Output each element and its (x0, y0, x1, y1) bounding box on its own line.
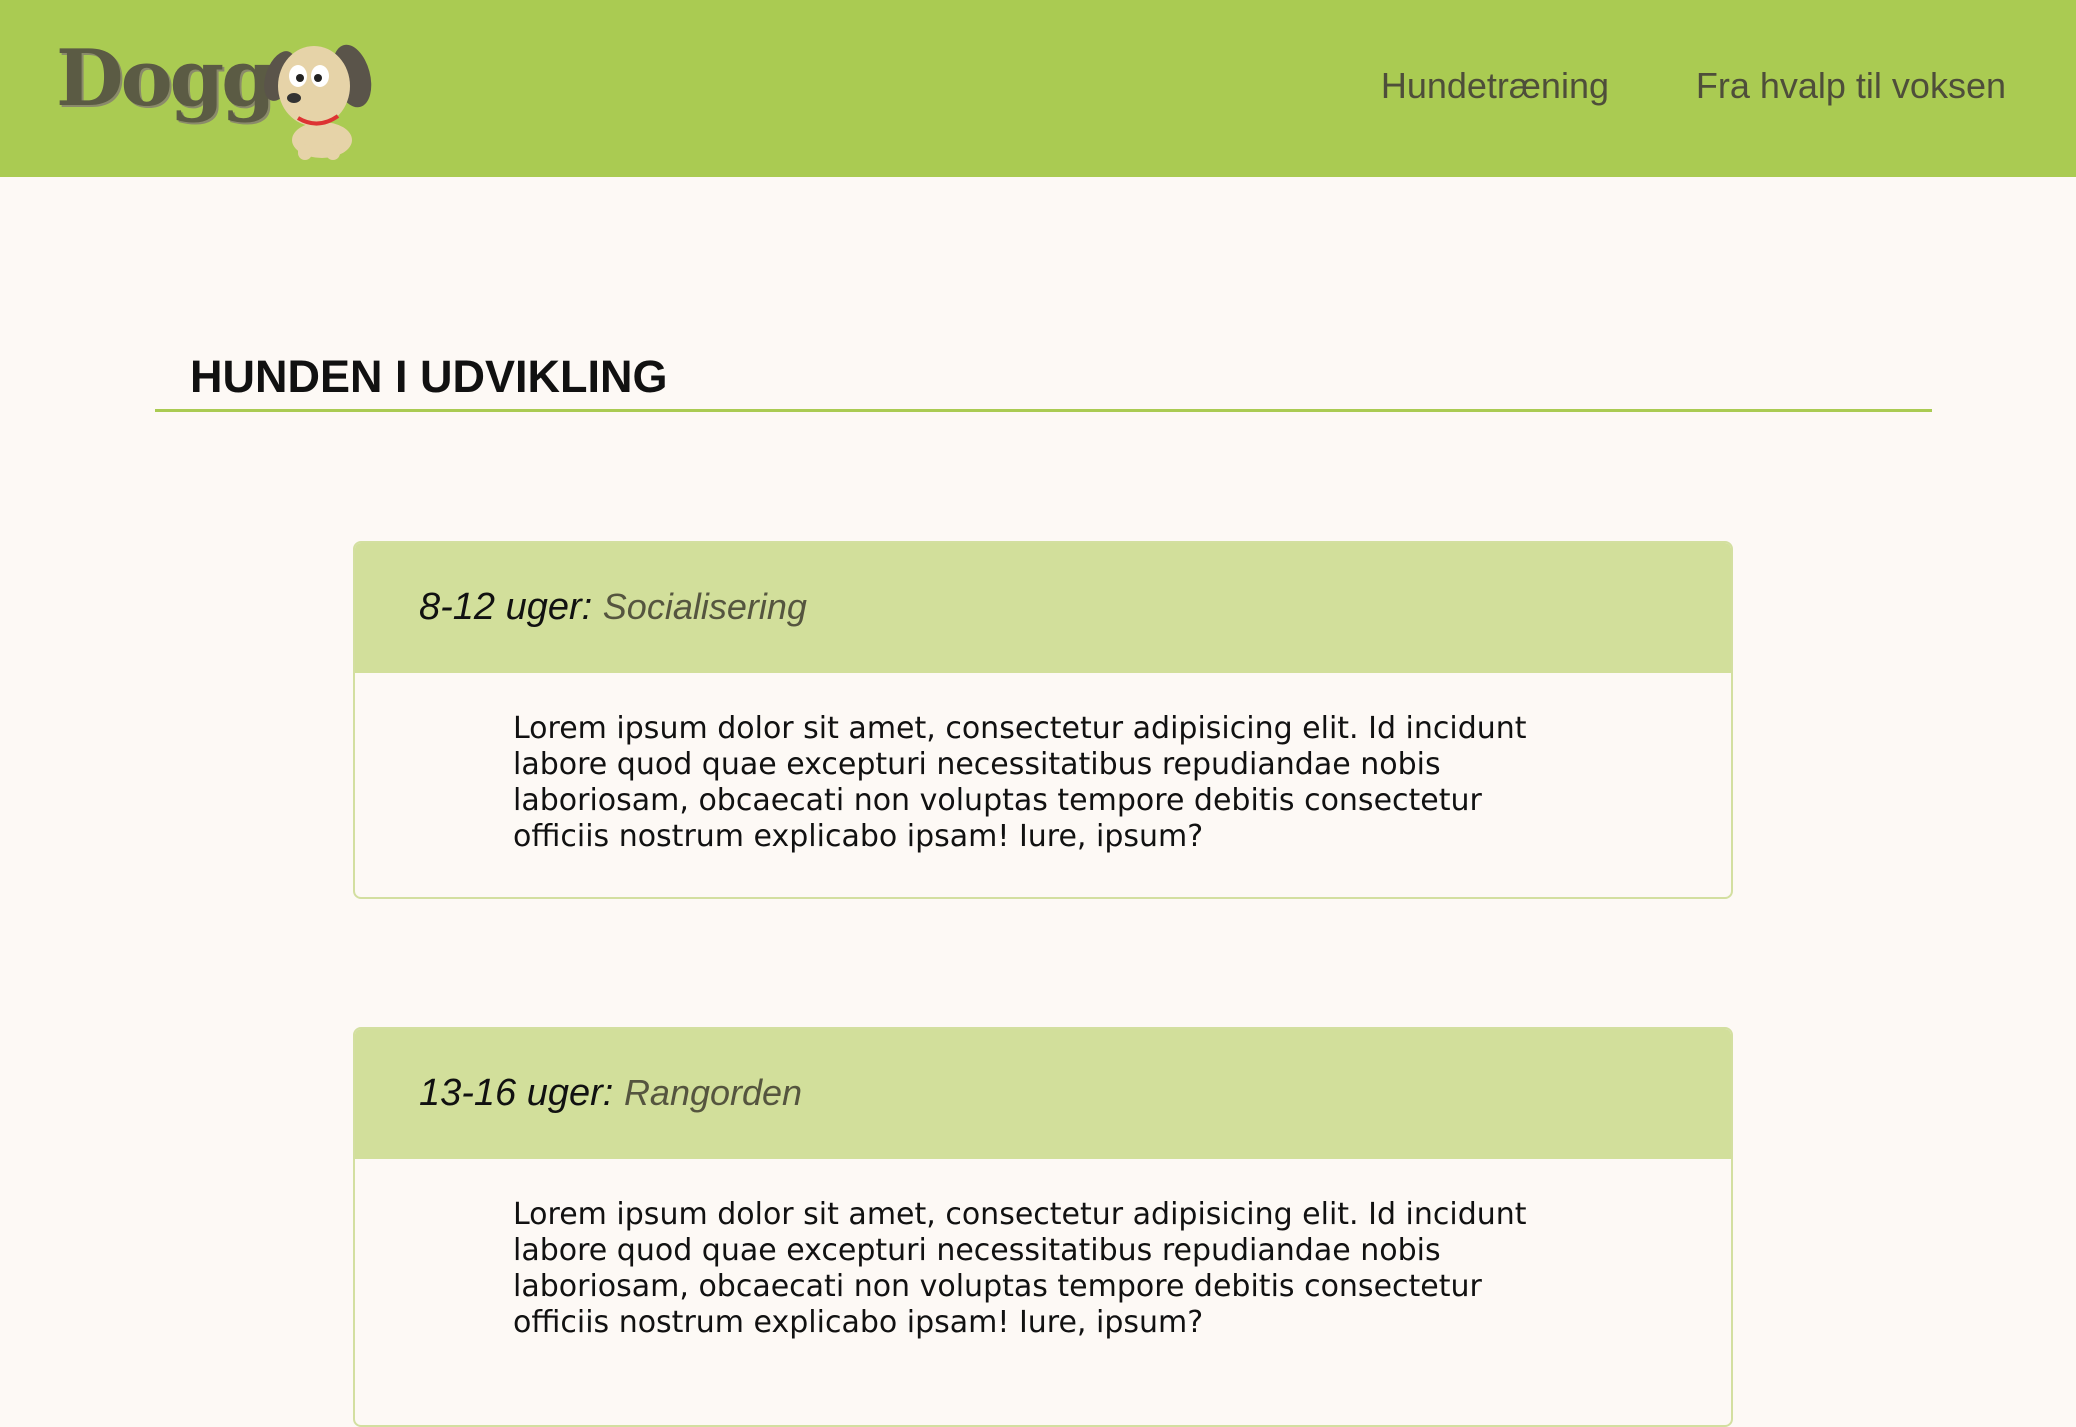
title-divider (155, 409, 1932, 412)
card-age-range: 8-12 uger: (419, 586, 593, 628)
card-age-range: 13-16 uger: (419, 1072, 614, 1114)
development-card: 8-12 uger: Socialisering Lorem ipsum dol… (353, 541, 1733, 899)
card-text: Lorem ipsum dolor sit amet, consectetur … (513, 1197, 1527, 1340)
development-card: 13-16 uger: Rangorden Lorem ipsum dolor … (353, 1027, 1733, 1427)
page-title: HUNDEN I UDVIKLING (190, 351, 668, 402)
card-heading: 13-16 uger: Rangorden (419, 1072, 803, 1115)
nav-link-hundetraening[interactable]: Hundetræning (1381, 64, 1609, 107)
logo-wordmark: Dogg (56, 33, 276, 124)
site-header: Dogg Hundetræning Fra hvalp til voksen (0, 0, 2076, 177)
site-logo[interactable]: Dogg (56, 36, 376, 160)
card-body: Lorem ipsum dolor sit amet, consectetur … (355, 675, 1731, 891)
card-topic: Rangorden (623, 1072, 803, 1113)
card-body: Lorem ipsum dolor sit amet, consectetur … (355, 1161, 1731, 1377)
card-topic: Socialisering (602, 586, 807, 627)
nav-link-fra-hvalp-til-voksen[interactable]: Fra hvalp til voksen (1696, 64, 2006, 107)
card-header[interactable]: 13-16 uger: Rangorden (355, 1029, 1731, 1161)
card-text: Lorem ipsum dolor sit amet, consectetur … (513, 711, 1527, 854)
card-heading: 8-12 uger: Socialisering (419, 586, 807, 629)
dog-icon (264, 44, 372, 160)
card-header[interactable]: 8-12 uger: Socialisering (355, 543, 1731, 675)
